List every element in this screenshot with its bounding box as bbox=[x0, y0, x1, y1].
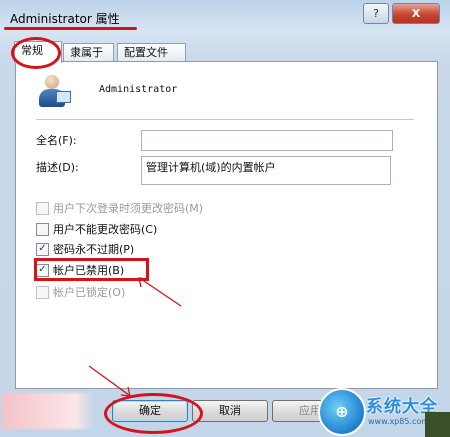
title-annotation-underline bbox=[4, 27, 137, 30]
tab-annotation-circle bbox=[11, 37, 61, 69]
general-tab-panel: Administrator 全名(F): 描述(D): 管理计算机(域)的内置帐… bbox=[15, 61, 438, 389]
checkbox-label: 用户下次登录时须更改密码(M) bbox=[53, 202, 204, 215]
user-computer-icon bbox=[37, 75, 71, 111]
watermark-url: www.xp85.com bbox=[368, 417, 430, 426]
checkbox-label: 密码永不过期(P) bbox=[53, 243, 135, 256]
fullname-input[interactable] bbox=[141, 130, 393, 151]
cancel-button[interactable]: 取消 bbox=[192, 400, 268, 422]
checkbox-password-never-expires[interactable]: ✓ 密码永不过期(P) bbox=[36, 241, 134, 257]
check-mark-icon[interactable]: ✓ bbox=[36, 242, 49, 256]
annotation-arrow bbox=[88, 365, 131, 397]
checkbox-box[interactable] bbox=[36, 285, 49, 299]
checkbox-label: 用户不能更改密码(C) bbox=[53, 223, 158, 236]
checkbox-account-locked[interactable]: 帐户已锁定(O) bbox=[36, 284, 125, 300]
help-button[interactable]: ? bbox=[363, 3, 389, 24]
divider bbox=[36, 119, 414, 120]
window-title: Administrator 属性 bbox=[10, 12, 120, 26]
user-name: Administrator bbox=[99, 84, 178, 95]
checkbox-box[interactable] bbox=[36, 201, 49, 215]
properties-dialog: Administrator 属性 ? X 常规 隶属于 配置文件 Adminis… bbox=[0, 0, 450, 437]
close-button[interactable]: X bbox=[392, 3, 440, 24]
annotation-arrow bbox=[138, 277, 182, 307]
tab-profile[interactable]: 配置文件 bbox=[117, 43, 186, 62]
corner-decoration bbox=[425, 412, 450, 437]
watermark-logo-icon: ⊕ bbox=[318, 388, 366, 436]
blurred-area bbox=[2, 393, 94, 429]
account-disabled-annotation-box bbox=[34, 258, 149, 281]
checkbox-cannot-change-password[interactable]: 用户不能更改密码(C) bbox=[36, 221, 157, 237]
description-label: 描述(D): bbox=[36, 161, 79, 174]
description-input[interactable]: 管理计算机(域)的内置帐户 bbox=[141, 156, 391, 185]
tab-member-of[interactable]: 隶属于 bbox=[63, 43, 114, 62]
fullname-label: 全名(F): bbox=[36, 134, 77, 147]
checkbox-label: 帐户已锁定(O) bbox=[53, 286, 126, 299]
checkbox-must-change-password[interactable]: 用户下次登录时须更改密码(M) bbox=[36, 200, 203, 216]
checkbox-box[interactable] bbox=[36, 222, 49, 236]
